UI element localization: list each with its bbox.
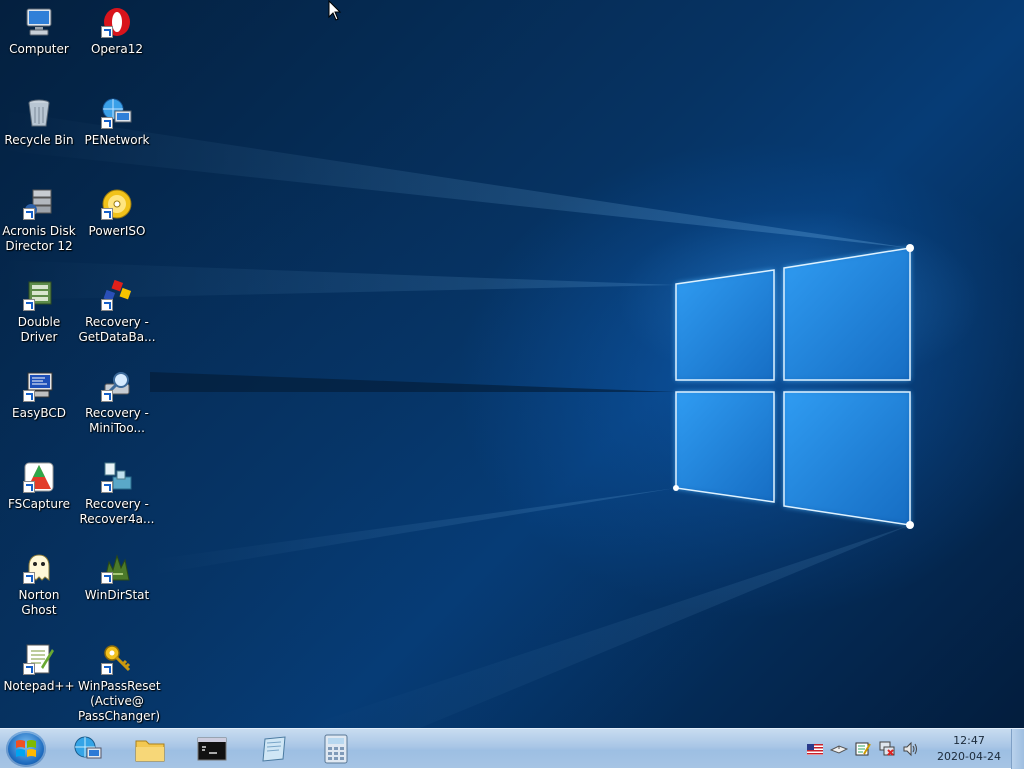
desktop-icon-computer[interactable]: Computer bbox=[0, 6, 78, 57]
notepad-icon bbox=[262, 736, 286, 762]
desktop-icon-acronis[interactable]: Acronis Disk Director 12 bbox=[0, 188, 78, 254]
network-status-icon[interactable] bbox=[878, 741, 896, 757]
desktop-icon-getdataback[interactable]: Recovery - GetDataBa... bbox=[78, 279, 156, 345]
desktop-icon-label: Notepad++ bbox=[3, 679, 75, 693]
shortcut-arrow-icon bbox=[23, 299, 35, 311]
desktop-icon-penetwork[interactable]: PENetwork bbox=[78, 97, 156, 148]
network-icon bbox=[101, 97, 133, 129]
desktop-icon-label: WinPassReset (Active@ PassChanger) bbox=[78, 679, 161, 723]
recover4all-icon bbox=[101, 461, 133, 493]
mouse-pointer-icon bbox=[328, 0, 342, 21]
desktop-icon-recycle-bin[interactable]: Recycle Bin bbox=[0, 97, 78, 148]
desktop-icon-label: PENetwork bbox=[84, 133, 150, 147]
shortcut-arrow-icon bbox=[23, 481, 35, 493]
desktop-icon-easybcd[interactable]: EasyBCD bbox=[0, 370, 78, 421]
windows-logo-icon bbox=[16, 740, 36, 757]
desktop-icon-label: FSCapture bbox=[7, 497, 71, 511]
edit-tool-icon[interactable] bbox=[854, 741, 872, 757]
shortcut-arrow-icon bbox=[101, 481, 113, 493]
desktop-icon-label: Acronis Disk Director 12 bbox=[2, 224, 76, 253]
double-driver-icon bbox=[23, 279, 55, 311]
desktop-icon-recover4all[interactable]: Recovery - Recover4a... bbox=[78, 461, 156, 527]
shortcut-arrow-icon bbox=[23, 572, 35, 584]
notepadpp-icon bbox=[23, 643, 55, 675]
desktop-icon-label: EasyBCD bbox=[12, 406, 66, 420]
shortcut-arrow-icon bbox=[101, 26, 113, 38]
system-tray bbox=[806, 729, 920, 769]
desktop-icon-fscapture[interactable]: FSCapture bbox=[0, 461, 78, 512]
shortcut-arrow-icon bbox=[101, 663, 113, 675]
desktop-icon-label: WinDirStat bbox=[84, 588, 150, 602]
desktop-icon-label: Opera12 bbox=[90, 42, 143, 56]
taskbar-explorer-button[interactable] bbox=[130, 732, 170, 766]
ghost-icon bbox=[23, 552, 55, 584]
network-globe-icon bbox=[74, 736, 102, 759]
command-prompt-icon bbox=[197, 737, 227, 761]
shortcut-arrow-icon bbox=[101, 572, 113, 584]
show-desktop-button[interactable] bbox=[1011, 729, 1024, 769]
taskbar-notepad-button[interactable] bbox=[254, 732, 294, 766]
shortcut-arrow-icon bbox=[101, 390, 113, 402]
poweriso-icon bbox=[101, 188, 133, 220]
desktop-icon-label: Double Driver bbox=[17, 315, 61, 344]
key-icon bbox=[101, 643, 133, 675]
desktop-icon-opera12[interactable]: Opera12 bbox=[78, 6, 156, 57]
getdataback-icon bbox=[101, 279, 133, 311]
usb-drive-icon[interactable] bbox=[830, 741, 848, 757]
shortcut-arrow-icon bbox=[101, 117, 113, 129]
desktop-icon-label: Recycle Bin bbox=[4, 133, 74, 147]
shortcut-arrow-icon bbox=[23, 208, 35, 220]
desktop-icon-norton-ghost[interactable]: Norton Ghost bbox=[0, 552, 78, 618]
desktop-icon-winpassreset[interactable]: WinPassReset (Active@ PassChanger) bbox=[78, 643, 161, 724]
desktop-icon-double-driver[interactable]: Double Driver bbox=[0, 279, 78, 345]
us-flag-icon[interactable] bbox=[806, 741, 824, 757]
desktop-icon-label: Computer bbox=[9, 42, 69, 56]
recycle-bin-icon bbox=[23, 97, 55, 129]
desktop-icon-label: Recovery - GetDataBa... bbox=[78, 315, 156, 344]
volume-icon[interactable] bbox=[902, 741, 920, 757]
taskbar-network-button[interactable] bbox=[68, 732, 108, 766]
clock-time: 12:47 bbox=[953, 734, 985, 747]
taskbar-cmd-button[interactable] bbox=[192, 732, 232, 766]
acronis-icon bbox=[23, 188, 55, 220]
calculator-icon bbox=[324, 734, 348, 764]
opera-icon bbox=[101, 6, 133, 38]
taskbar-clock[interactable]: 12:47 2020-04-24 bbox=[928, 733, 1010, 765]
clock-date: 2020-04-24 bbox=[937, 750, 1001, 763]
computer-icon bbox=[23, 6, 55, 38]
fscapture-icon bbox=[23, 461, 55, 493]
shortcut-arrow-icon bbox=[23, 663, 35, 675]
taskbar-calculator-button[interactable] bbox=[316, 732, 356, 766]
start-button[interactable] bbox=[6, 731, 46, 767]
shortcut-arrow-icon bbox=[101, 208, 113, 220]
minitool-icon bbox=[101, 370, 133, 402]
taskbar: 12:47 2020-04-24 bbox=[0, 728, 1024, 769]
desktop-icon-notepadpp[interactable]: Notepad++ bbox=[0, 643, 78, 694]
desktop-icon-label: Norton Ghost bbox=[18, 588, 60, 617]
desktop-icon-windirstat[interactable]: WinDirStat bbox=[78, 552, 156, 603]
desktop-icon-minitool[interactable]: Recovery - MiniToo... bbox=[78, 370, 156, 436]
windirstat-icon bbox=[101, 552, 133, 584]
shortcut-arrow-icon bbox=[23, 390, 35, 402]
shortcut-arrow-icon bbox=[101, 299, 113, 311]
desktop-icon-label: Recovery - MiniToo... bbox=[85, 406, 149, 435]
folder-icon bbox=[135, 740, 165, 762]
desktop-icon-label: PowerISO bbox=[88, 224, 146, 238]
desktop-icon-label: Recovery - Recover4a... bbox=[79, 497, 155, 526]
desktop-icon-poweriso[interactable]: PowerISO bbox=[78, 188, 156, 239]
easybcd-icon bbox=[23, 370, 55, 402]
desktop[interactable]: Computer Recycle Bin Acronis Disk Direct… bbox=[0, 0, 1024, 728]
